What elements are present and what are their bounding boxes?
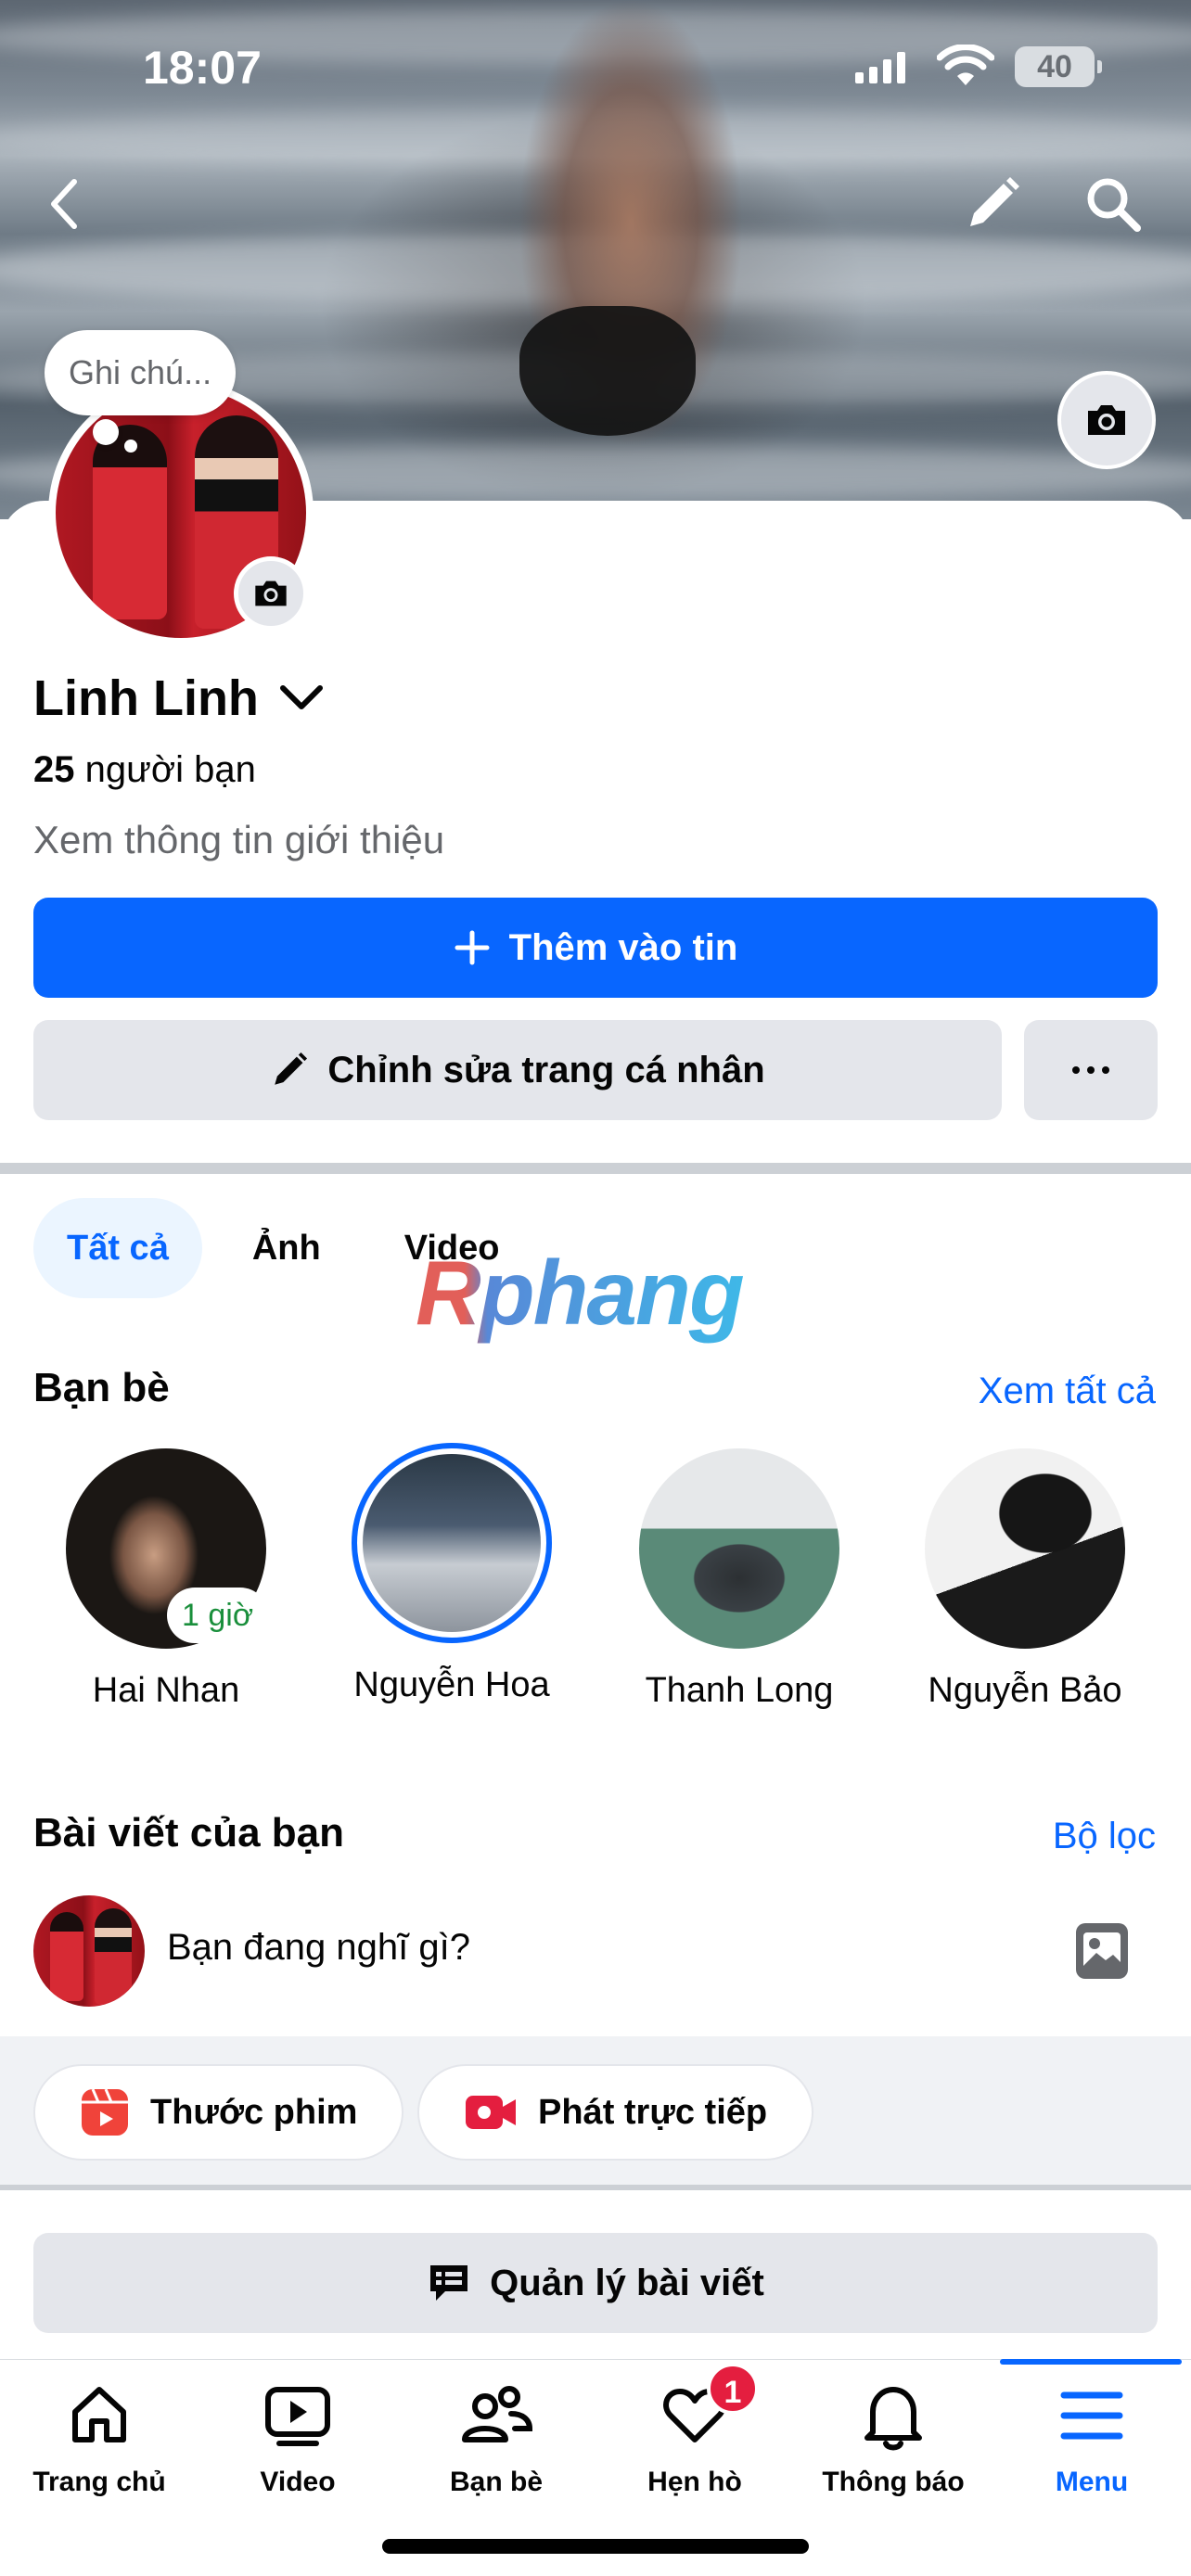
see-intro-link[interactable]: Xem thông tin giới thiệu	[33, 818, 444, 862]
reels-chip[interactable]: Thước phim	[33, 2064, 404, 2161]
status-time: 18:07	[143, 42, 262, 94]
home-icon	[72, 2387, 126, 2442]
profile-name-row[interactable]: Linh Linh	[33, 670, 324, 727]
add-to-story-button[interactable]: Thêm vào tin	[33, 898, 1158, 998]
reels-icon	[82, 2088, 128, 2136]
pencil-icon	[275, 1052, 308, 1085]
friends-icon	[462, 2386, 533, 2442]
friend-card[interactable]: Nguyễn Bảo	[900, 1448, 1150, 1711]
divider	[0, 2185, 1191, 2190]
signal-icon	[855, 52, 905, 83]
nav-menu[interactable]: Menu	[992, 2374, 1191, 2498]
add-photo-button[interactable]	[1072, 1918, 1132, 1984]
live-video-icon	[466, 2096, 516, 2129]
note-bubble[interactable]: Ghi chú...	[45, 330, 237, 415]
manage-posts-button[interactable]: Quản lý bài viết	[33, 2233, 1158, 2333]
edit-cover-button[interactable]	[955, 167, 1030, 241]
live-video-chip[interactable]: Phát trực tiếp	[417, 2064, 814, 2161]
dating-badge: 1	[707, 2363, 759, 2415]
friend-card[interactable]: Nguyễn Hoa	[327, 1443, 577, 1705]
tab-all[interactable]: Tất cả	[33, 1198, 202, 1298]
friend-avatar	[925, 1448, 1125, 1649]
nav-dating[interactable]: 1 Hẹn hò	[596, 2363, 794, 2498]
more-options-button[interactable]	[1024, 1020, 1158, 1120]
nav-video[interactable]: Video	[198, 2374, 397, 2498]
video-icon	[265, 2387, 330, 2446]
plus-icon	[455, 930, 490, 965]
camera-icon	[1088, 405, 1125, 435]
friends-count[interactable]: 25 người bạn	[33, 749, 256, 791]
battery-indicator: 40	[1015, 46, 1102, 87]
friends-section-title: Bạn bè	[33, 1365, 170, 1410]
tab-photos[interactable]: Ảnh	[219, 1198, 354, 1298]
manage-posts-icon	[430, 2265, 468, 2301]
friend-name: Nguyễn Bảo	[928, 1671, 1122, 1710]
wifi-icon	[936, 44, 995, 94]
friend-card[interactable]: Hai Nhan	[41, 1448, 291, 1711]
search-button[interactable]	[1076, 167, 1150, 241]
nav-home[interactable]: Trang chủ	[0, 2374, 198, 2498]
back-button[interactable]	[37, 167, 93, 241]
photo-icon	[1076, 1923, 1128, 1979]
composer-prompt[interactable]: Bạn đang nghĩ gì?	[167, 1927, 470, 1969]
status-bar: 18:07 40	[0, 0, 1191, 139]
active-time-badge: 1 giờ	[167, 1588, 269, 1643]
friend-name: Thanh Long	[645, 1671, 834, 1710]
nav-friends[interactable]: Bạn bè	[397, 2374, 596, 2498]
watermark-logo: Rphang	[416, 1242, 745, 1344]
camera-icon	[255, 580, 287, 606]
friend-name: Hai Nhan	[92, 1671, 240, 1710]
menu-icon	[1060, 2391, 1123, 2440]
composer-avatar[interactable]	[33, 1895, 145, 2007]
friend-card[interactable]: Thanh Long	[614, 1448, 864, 1711]
friend-avatar-story-ring	[352, 1443, 552, 1643]
nav-notifications[interactable]: Thông báo	[794, 2374, 992, 2498]
chevron-left-icon	[51, 179, 77, 229]
cover-camera-button[interactable]	[1057, 371, 1156, 469]
posts-filter-link[interactable]: Bộ lọc	[1053, 1816, 1156, 1857]
edit-profile-button[interactable]: Chỉnh sửa trang cá nhân	[33, 1020, 1002, 1120]
friend-name: Nguyễn Hoa	[353, 1665, 550, 1704]
home-indicator	[382, 2539, 809, 2554]
avatar-camera-button[interactable]	[234, 556, 308, 631]
posts-section-title: Bài viết của bạn	[33, 1810, 345, 1855]
friend-avatar	[639, 1448, 839, 1649]
pencil-icon	[970, 177, 1019, 226]
chevron-down-icon	[279, 685, 323, 709]
search-icon	[1087, 178, 1141, 232]
active-tab-indicator	[1000, 2359, 1182, 2365]
see-all-friends-link[interactable]: Xem tất cả	[979, 1371, 1156, 1412]
divider	[0, 1163, 1191, 1174]
bell-icon	[864, 2387, 922, 2451]
profile-name: Linh Linh	[33, 670, 259, 726]
